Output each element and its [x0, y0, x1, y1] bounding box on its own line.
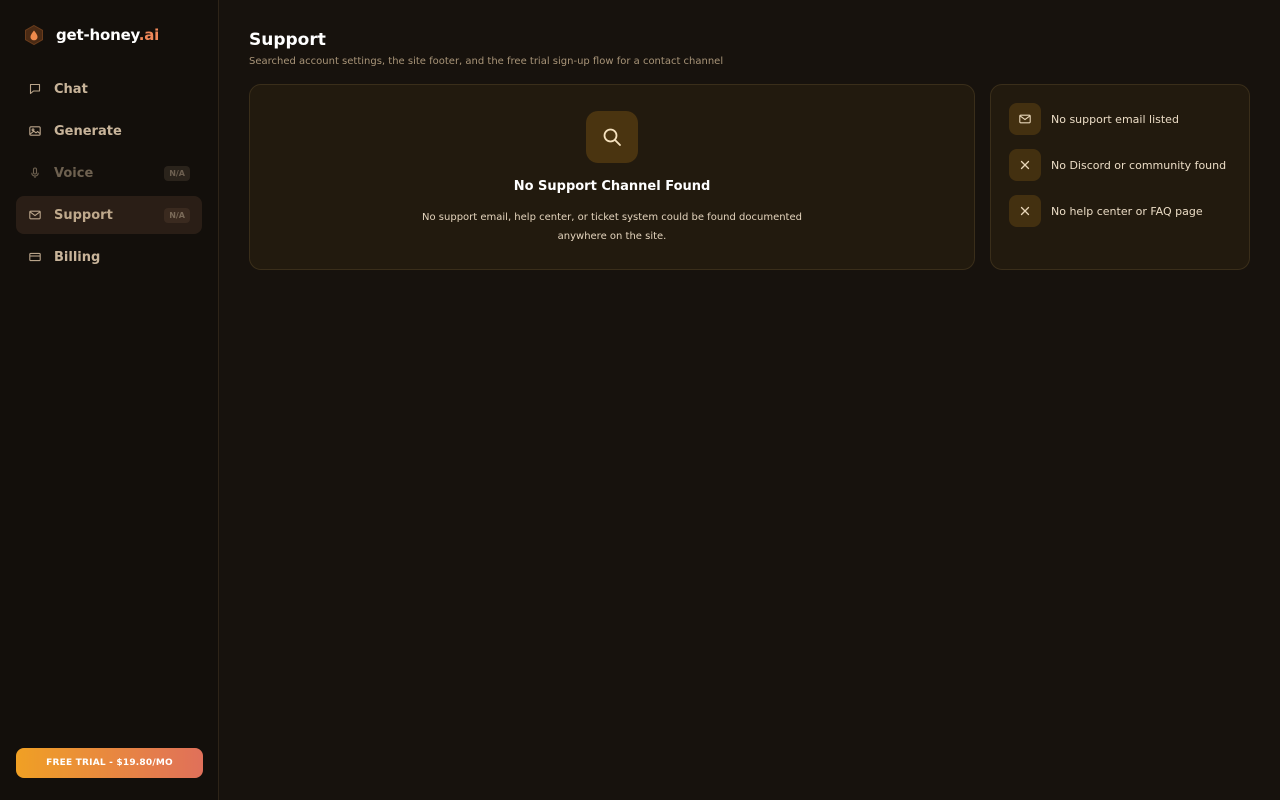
brand-name-main: get-honey	[56, 26, 139, 44]
na-badge: N/A	[164, 207, 190, 223]
sidebar-nav: Chat Generate Voice N/A Support N/A Bill…	[16, 70, 202, 276]
x-icon	[1009, 195, 1041, 227]
card-icon	[28, 250, 42, 264]
mic-icon	[28, 166, 42, 180]
sidebar: get-honey.ai Chat Generate Voice N/A Sup…	[0, 0, 219, 800]
honey-logo-icon	[23, 24, 45, 46]
page-subtitle: Searched account settings, the site foot…	[249, 56, 724, 67]
brand-name-tld: .ai	[138, 26, 160, 44]
sidebar-item-label: Billing	[54, 249, 101, 265]
list-item: No help center or FAQ page	[1009, 195, 1231, 227]
free-trial-button[interactable]: FREE TRIAL - $19.80/MO	[16, 748, 203, 778]
image-icon	[28, 124, 42, 138]
brand-name: get-honey.ai	[56, 26, 159, 44]
sidebar-item-support[interactable]: Support N/A	[16, 196, 202, 234]
sidebar-item-billing[interactable]: Billing	[16, 238, 202, 276]
sidebar-item-label: Chat	[54, 81, 88, 97]
mail-icon	[1009, 103, 1041, 135]
list-item: No Discord or community found	[1009, 149, 1231, 181]
empty-state-card: No Support Channel Found No support emai…	[249, 84, 975, 270]
brand[interactable]: get-honey.ai	[16, 0, 202, 70]
empty-state-description: No support email, help center, or ticket…	[422, 212, 802, 242]
check-text: No support email listed	[1051, 112, 1179, 126]
sidebar-item-label: Support	[54, 207, 113, 223]
check-text: No Discord or community found	[1051, 158, 1227, 172]
chat-icon	[28, 82, 42, 96]
na-badge: N/A	[164, 165, 190, 181]
page-title: Support	[249, 30, 326, 50]
checks-card: No support email listed No Discord or co…	[990, 84, 1250, 270]
main-content: Support Searched account settings, the s…	[219, 0, 1280, 800]
sidebar-item-label: Generate	[54, 123, 122, 139]
sidebar-item-label: Voice	[54, 165, 94, 181]
sidebar-item-chat[interactable]: Chat	[16, 70, 202, 108]
app-root: get-honey.ai Chat Generate Voice N/A Sup…	[0, 0, 1280, 800]
search-icon	[586, 111, 638, 163]
sidebar-item-voice[interactable]: Voice N/A	[16, 154, 202, 192]
mail-icon	[28, 208, 42, 222]
cards-row: No Support Channel Found No support emai…	[249, 84, 1250, 270]
empty-state-title: No Support Channel Found	[513, 179, 711, 194]
list-item: No support email listed	[1009, 103, 1231, 135]
sidebar-item-generate[interactable]: Generate	[16, 112, 202, 150]
check-text: No help center or FAQ page	[1051, 204, 1203, 218]
x-icon	[1009, 149, 1041, 181]
